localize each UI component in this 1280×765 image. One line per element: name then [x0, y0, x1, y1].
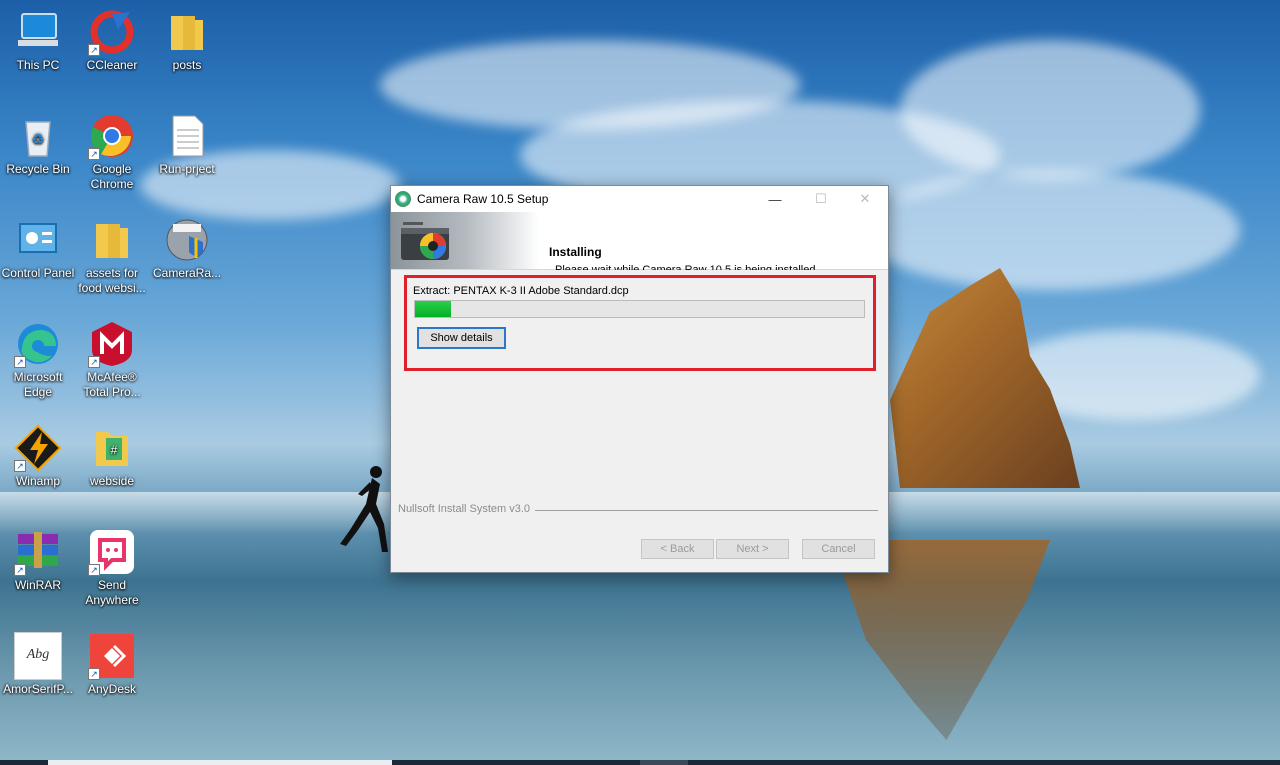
- desktop-icon-assets-for-food[interactable]: assets for food websi...: [74, 216, 150, 296]
- chrome-icon: ↗: [88, 112, 136, 160]
- svg-text:♻: ♻: [32, 131, 45, 147]
- control-panel-icon: [14, 216, 62, 264]
- desktop-icon-mcafee[interactable]: ↗ McAfee® Total Pro...: [74, 320, 150, 400]
- header-banner: [391, 212, 539, 269]
- desktop-icon-recycle-bin[interactable]: ♻ Recycle Bin: [0, 112, 76, 177]
- title-bar[interactable]: Camera Raw 10.5 Setup — ☐ ✕: [391, 186, 888, 212]
- show-details-button[interactable]: Show details: [417, 327, 506, 349]
- progress-bar: [414, 300, 865, 318]
- folder-icon: [88, 216, 136, 264]
- winrar-icon: ↗: [14, 528, 62, 576]
- svg-text:#: #: [111, 443, 118, 457]
- camera-icon: [401, 222, 449, 260]
- desktop-icon-anydesk[interactable]: ↗ AnyDesk: [74, 632, 150, 697]
- progress-fill: [415, 301, 451, 317]
- installer-icon: [395, 191, 411, 207]
- desktop-icon-microsoft-edge[interactable]: ↗ Microsoft Edge: [0, 320, 76, 400]
- setup-window: Camera Raw 10.5 Setup — ☐ ✕ Installing P…: [390, 185, 889, 573]
- text-file-icon: [163, 112, 211, 160]
- installer-header: Installing Please wait while Camera Raw …: [391, 212, 888, 276]
- desktop-icon-cameraraw[interactable]: CameraRa...: [149, 216, 225, 281]
- font-file-icon: Abg: [14, 632, 62, 680]
- window-title: Camera Raw 10.5 Setup: [417, 192, 549, 206]
- shortcut-arrow-icon: ↗: [14, 564, 26, 576]
- winamp-icon: ↗: [14, 424, 62, 472]
- shortcut-arrow-icon: ↗: [14, 356, 26, 368]
- next-button[interactable]: Next >: [716, 539, 789, 559]
- shortcut-arrow-icon: ↗: [88, 148, 100, 160]
- taskbar[interactable]: [0, 760, 1280, 765]
- folder-icon: #: [88, 424, 136, 472]
- recycle-bin-icon: ♻: [14, 112, 62, 160]
- desktop-icon-amorserif[interactable]: Abg AmorSerifP...: [0, 632, 76, 697]
- header-title: Installing: [549, 245, 602, 259]
- shortcut-arrow-icon: ↗: [88, 564, 100, 576]
- folder-icon: [163, 8, 211, 56]
- installer-body: Extract: PENTAX K-3 II Adobe Standard.dc…: [391, 270, 888, 572]
- maximize-button[interactable]: ☐: [798, 186, 844, 212]
- desktop-icon-send-anywhere[interactable]: ↗ Send Anywhere: [74, 528, 150, 608]
- shortcut-arrow-icon: ↗: [14, 460, 26, 472]
- close-button[interactable]: ✕: [842, 186, 888, 212]
- branding-text: Nullsoft Install System v3.0: [398, 503, 531, 515]
- desktop-icon-run-prject[interactable]: Run-prject: [149, 112, 225, 177]
- ccleaner-icon: ↗: [88, 8, 136, 56]
- edge-icon: ↗: [14, 320, 62, 368]
- desktop-icon-webside[interactable]: # webside: [74, 424, 150, 489]
- desktop-icon-posts[interactable]: posts: [149, 8, 225, 73]
- desktop-icon-google-chrome[interactable]: ↗ Google Chrome: [74, 112, 150, 192]
- cancel-button[interactable]: Cancel: [802, 539, 875, 559]
- minimize-button[interactable]: —: [752, 186, 798, 212]
- send-anywhere-icon: ↗: [88, 528, 136, 576]
- desktop-icon-winrar[interactable]: ↗ WinRAR: [0, 528, 76, 593]
- desktop-icon-control-panel[interactable]: Control Panel: [0, 216, 76, 281]
- desktop-icon-this-pc[interactable]: This PC: [0, 8, 76, 73]
- computer-icon: [14, 8, 62, 56]
- shortcut-arrow-icon: ↗: [88, 356, 100, 368]
- branding-divider: [535, 510, 878, 511]
- taskbar-search-box[interactable]: [48, 760, 392, 765]
- anydesk-icon: ↗: [88, 632, 136, 680]
- shortcut-arrow-icon: ↗: [88, 44, 100, 56]
- back-button[interactable]: < Back: [641, 539, 714, 559]
- status-text: Extract: PENTAX K-3 II Adobe Standard.dc…: [413, 285, 629, 297]
- desktop-icon-ccleaner[interactable]: ↗ CCleaner: [74, 8, 150, 73]
- installer-icon: [163, 216, 211, 264]
- taskbar-item[interactable]: [640, 760, 688, 765]
- desktop-icon-winamp[interactable]: ↗ Winamp: [0, 424, 76, 489]
- shortcut-arrow-icon: ↗: [88, 668, 100, 680]
- mcafee-icon: ↗: [88, 320, 136, 368]
